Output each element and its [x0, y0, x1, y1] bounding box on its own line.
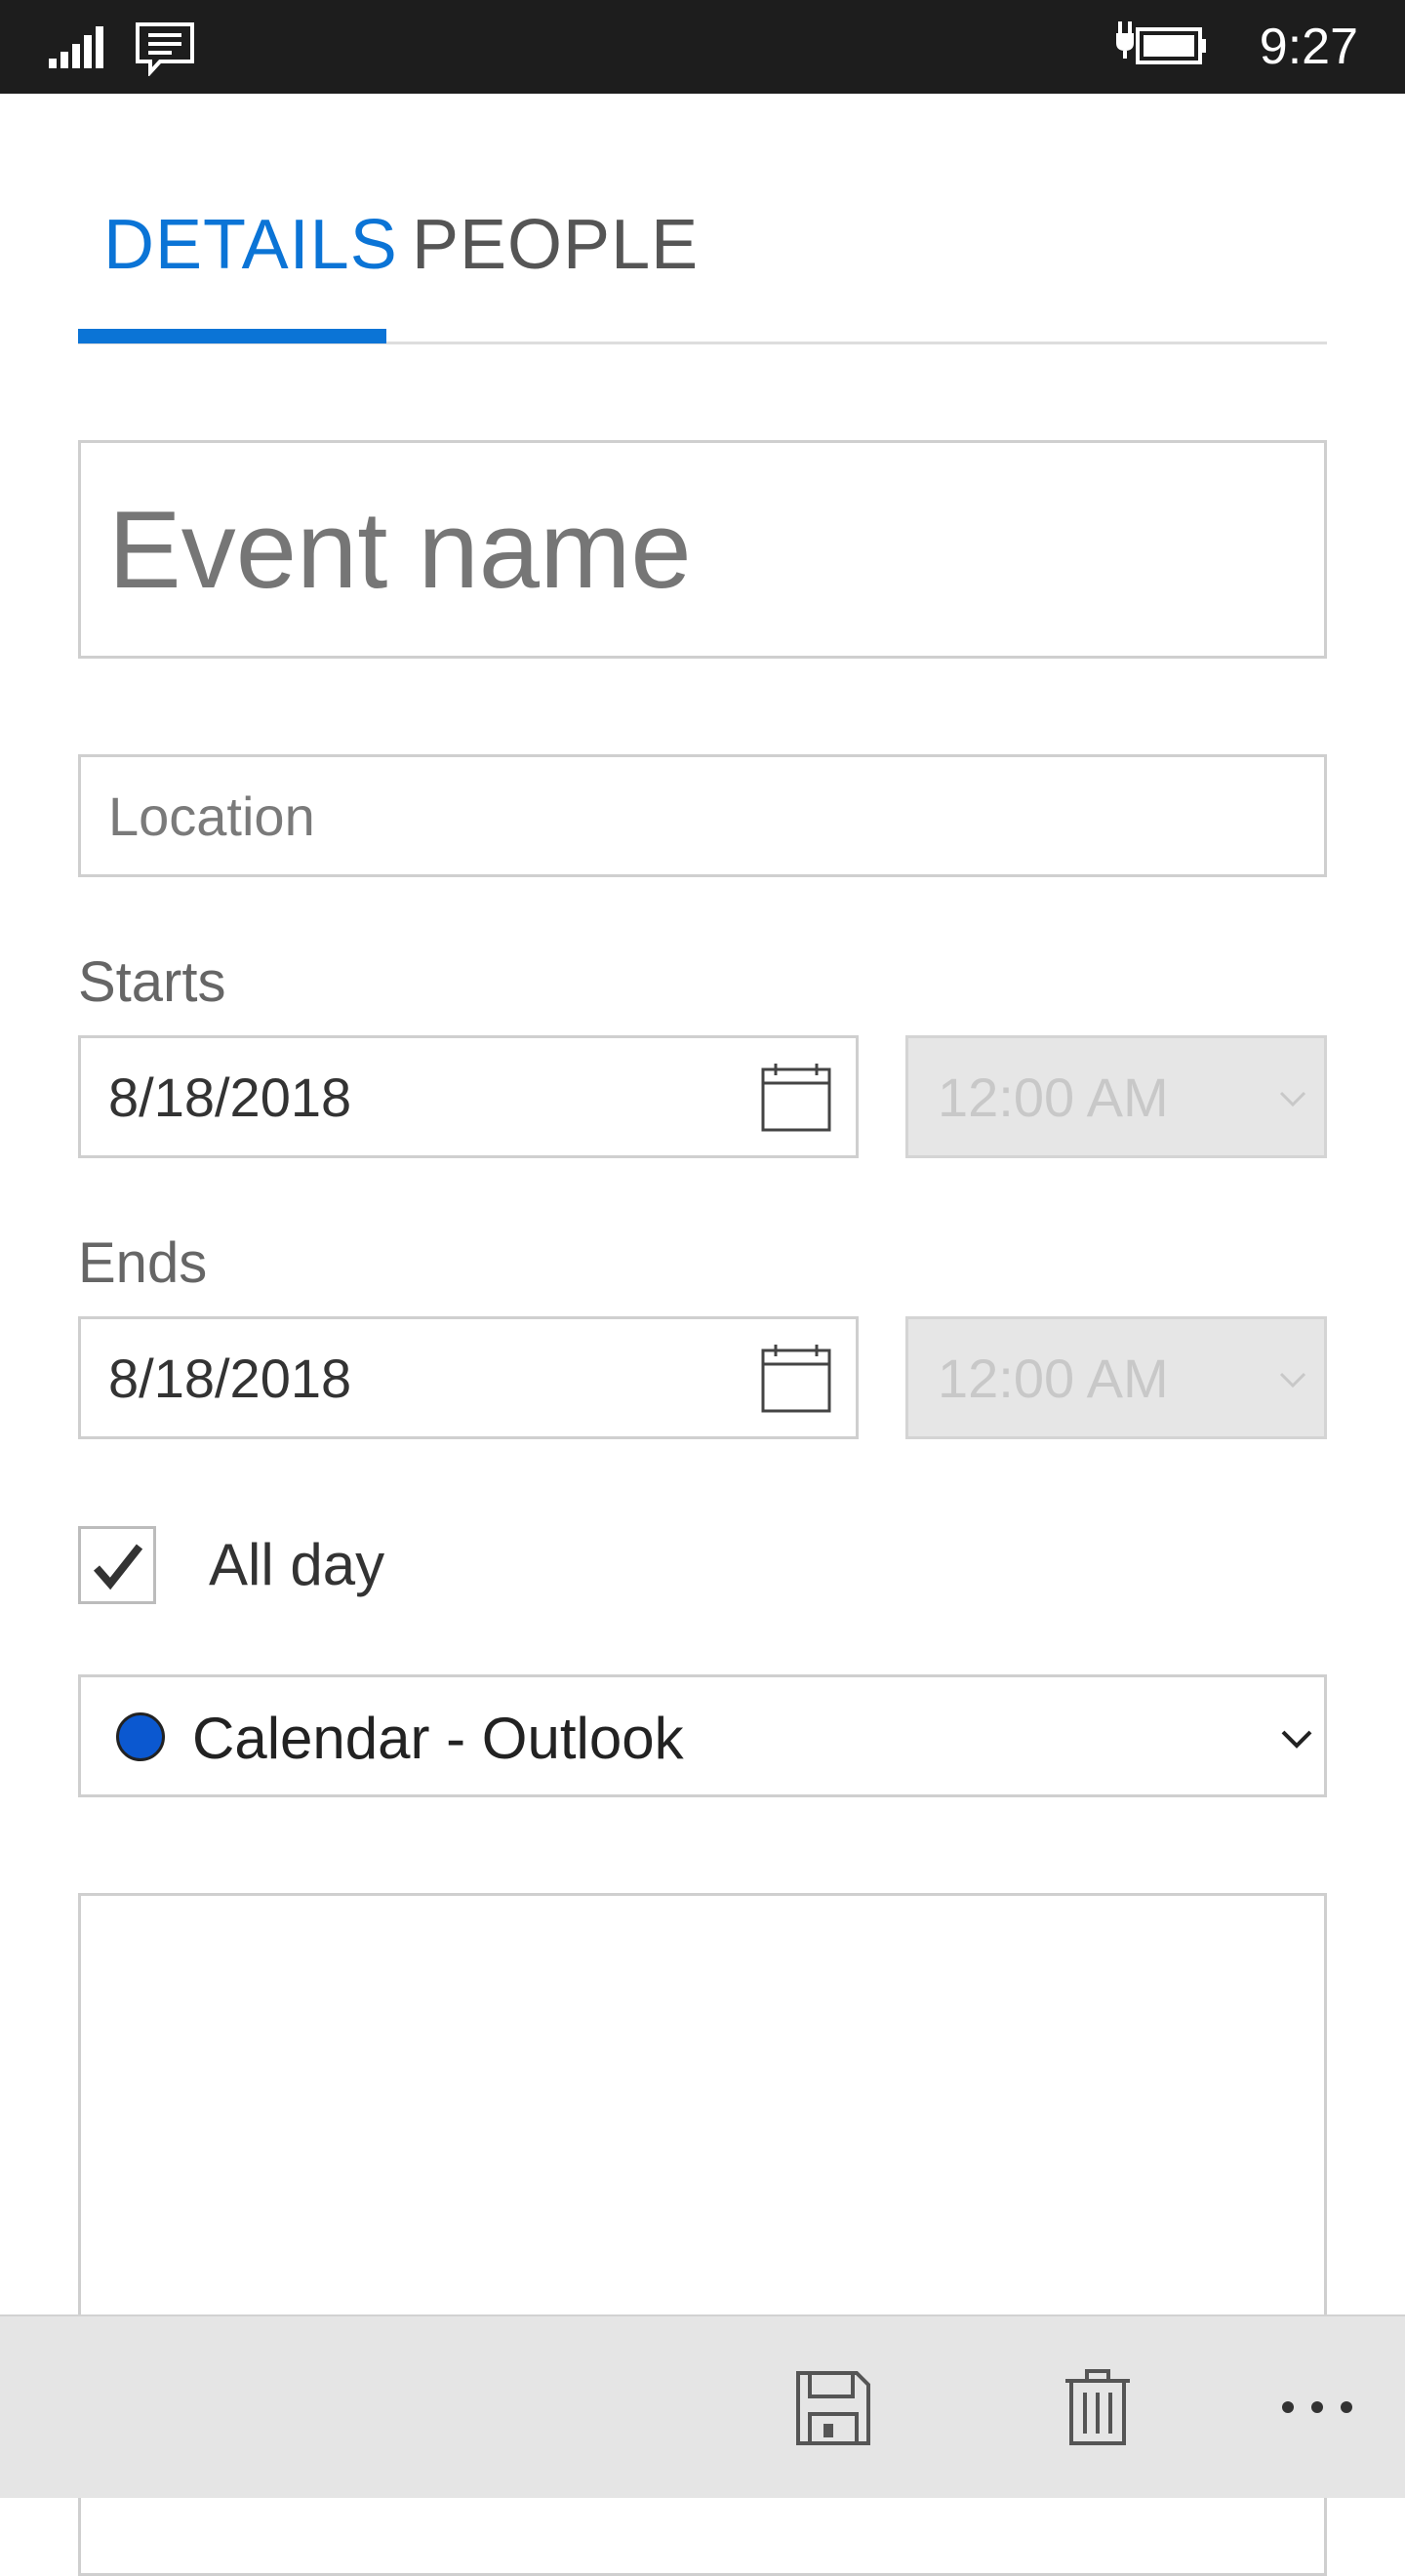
tab-details[interactable]: DETAILS — [103, 201, 398, 289]
battery-charging-icon — [1116, 21, 1206, 64]
tab-people[interactable]: PEOPLE — [412, 201, 699, 289]
chevron-down-icon — [1281, 1730, 1312, 1749]
calendar-color-dot — [116, 1712, 165, 1761]
more-icon[interactable] — [1278, 2395, 1356, 2420]
start-date-value: 8/18/2018 — [108, 1067, 352, 1128]
status-bar: 9:27 — [0, 0, 1405, 94]
ends-label: Ends — [78, 1231, 208, 1295]
all-day-label: All day — [209, 1532, 385, 1597]
event-name-input[interactable]: Event name — [78, 440, 1327, 659]
all-day-checkbox[interactable] — [78, 1526, 156, 1604]
delete-icon[interactable] — [1064, 2369, 1132, 2447]
tab-bar: DETAILS PEOPLE — [78, 166, 1327, 344]
start-time-picker[interactable]: 12:00 AM — [905, 1035, 1327, 1158]
location-input[interactable]: Location — [78, 754, 1327, 877]
calendar-select-value: Calendar - Outlook — [192, 1706, 684, 1771]
app-bar — [0, 2314, 1405, 2498]
calendar-icon — [761, 1345, 831, 1413]
message-icon — [136, 22, 194, 76]
event-name-placeholder: Event name — [108, 489, 692, 611]
chevron-down-icon — [1279, 1372, 1306, 1389]
status-time: 9:27 — [1259, 19, 1358, 75]
end-time-picker[interactable]: 12:00 AM — [905, 1316, 1327, 1439]
start-date-picker[interactable]: 8/18/2018 — [78, 1035, 859, 1158]
end-date-picker[interactable]: 8/18/2018 — [78, 1316, 859, 1439]
location-placeholder: Location — [108, 785, 315, 847]
signal-icon — [49, 26, 103, 68]
starts-label: Starts — [78, 950, 226, 1014]
save-icon[interactable] — [794, 2369, 872, 2447]
calendar-icon — [761, 1064, 831, 1132]
chevron-down-icon — [1279, 1091, 1306, 1107]
start-time-value: 12:00 AM — [938, 1067, 1169, 1128]
end-date-value: 8/18/2018 — [108, 1348, 352, 1409]
end-time-value: 12:00 AM — [938, 1348, 1169, 1409]
tab-active-indicator — [78, 329, 386, 343]
calendar-select[interactable]: Calendar - Outlook — [78, 1674, 1327, 1797]
checkmark-icon — [93, 1544, 143, 1590]
